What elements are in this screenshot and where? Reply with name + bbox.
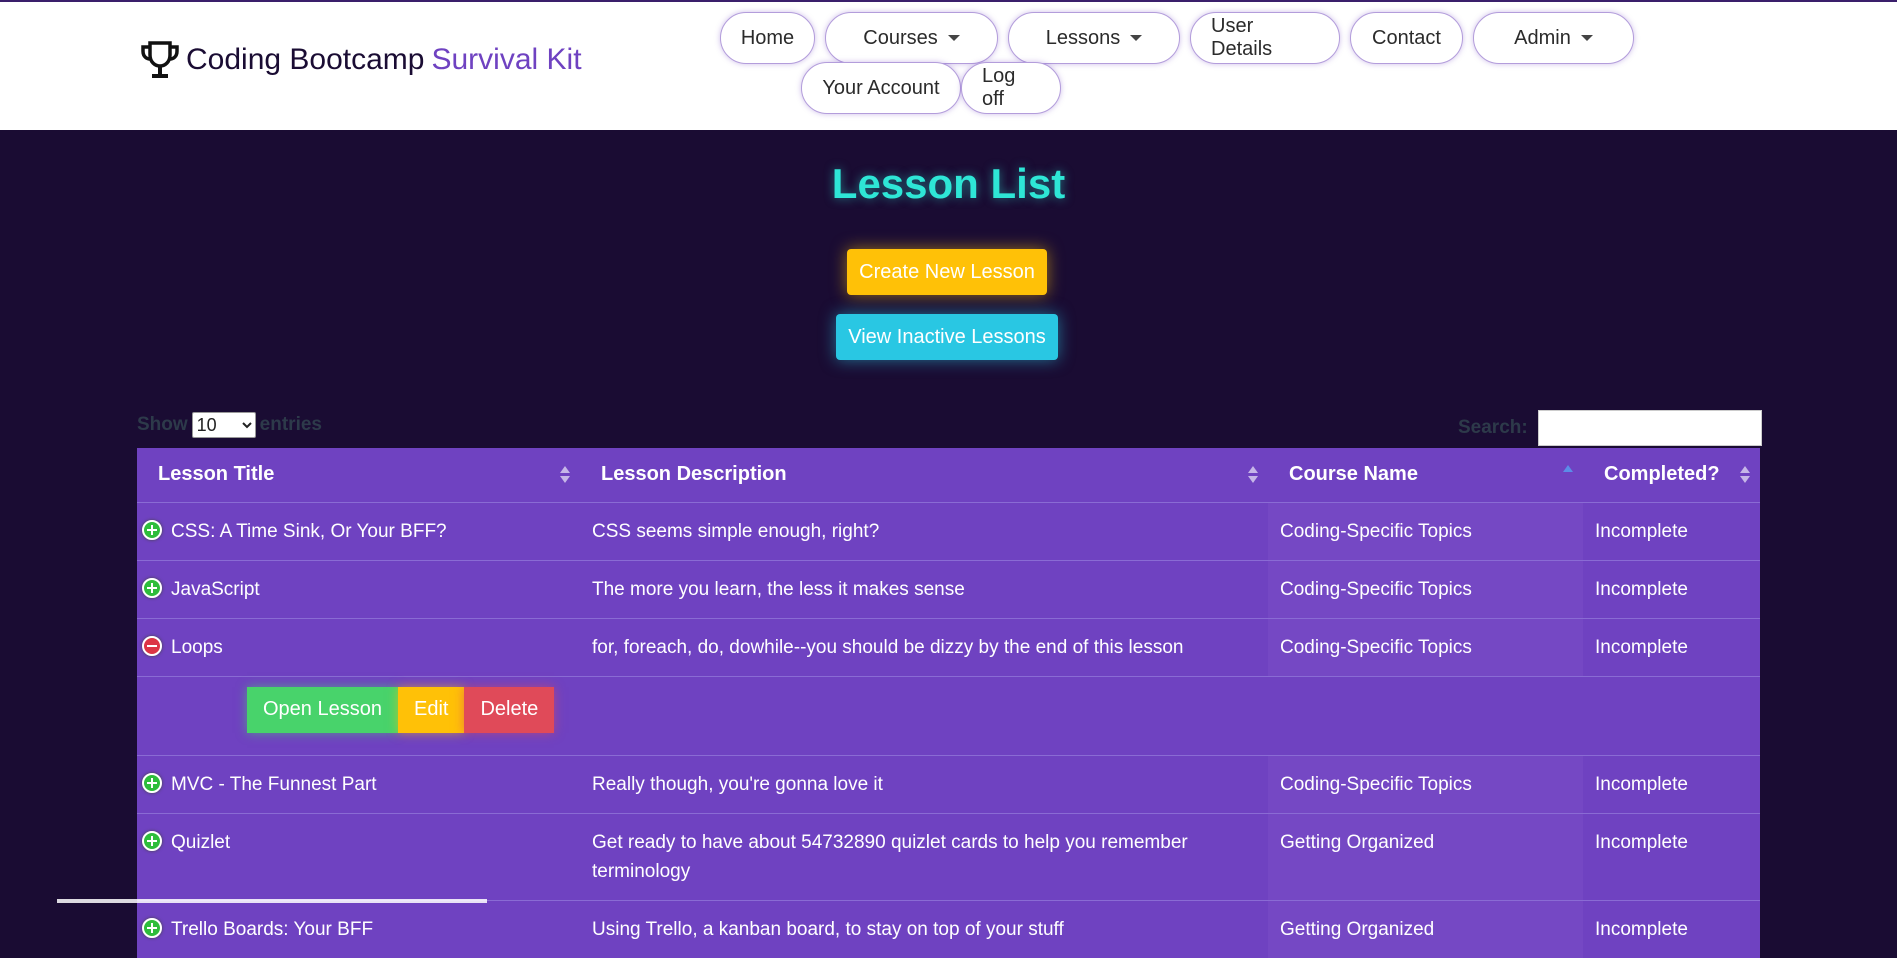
lesson-title-cell: Trello Boards: Your BFF xyxy=(137,899,580,958)
completed-cell: Incomplete xyxy=(1583,899,1760,958)
column-header-label: Course Name xyxy=(1289,463,1418,486)
lesson-description-cell: Using Trello, a kanban board, to stay on… xyxy=(580,899,1268,958)
nav-your-account-label: Your Account xyxy=(822,76,940,99)
row-detail-actions: Open Lesson Edit Delete xyxy=(137,675,1760,755)
column-header-course-name[interactable]: Course Name xyxy=(1268,448,1583,503)
expand-row-icon[interactable] xyxy=(142,772,162,793)
course-name-cell: Coding-Specific Topics xyxy=(1268,559,1583,618)
completed-cell: Incomplete xyxy=(1583,559,1760,618)
lesson-title-cell: JavaScript xyxy=(137,559,580,618)
delete-lesson-button[interactable]: Delete xyxy=(464,686,555,733)
nav-home[interactable]: Home xyxy=(720,12,815,64)
search-input[interactable] xyxy=(1537,410,1762,446)
lesson-title: Trello Boards: Your BFF xyxy=(171,918,374,940)
nav-courses-label: Courses xyxy=(863,26,938,49)
table-row: CSS: A Time Sink, Or Your BFF? CSS seems… xyxy=(137,501,1760,560)
nav-user-details-label: User Details xyxy=(1211,15,1273,60)
completed-cell: Incomplete xyxy=(1583,812,1760,900)
search-control: Search: xyxy=(1458,410,1762,446)
sort-icon xyxy=(560,465,570,485)
lesson-title: MVC - The Funnest Part xyxy=(171,773,377,795)
nav-courses-dropdown[interactable]: Courses xyxy=(825,12,998,64)
chevron-down-icon xyxy=(1580,35,1593,41)
column-header-lesson-description[interactable]: Lesson Description xyxy=(580,448,1268,503)
horizontal-scrollbar[interactable] xyxy=(57,899,487,903)
course-name-cell: Coding-Specific Topics xyxy=(1268,754,1583,813)
table-row: JavaScript The more you learn, the less … xyxy=(137,559,1760,618)
column-header-lesson-title[interactable]: Lesson Title xyxy=(137,448,580,503)
sort-ascending-icon xyxy=(1563,465,1573,485)
table-row: MVC - The Funnest Part Really though, yo… xyxy=(137,754,1760,813)
nav-your-account[interactable]: Your Account xyxy=(801,62,961,114)
lesson-title-cell: Quizlet xyxy=(137,812,580,900)
lesson-description-cell: for, foreach, do, dowhile--you should be… xyxy=(580,617,1268,676)
table-row: Quizlet Get ready to have about 54732890… xyxy=(137,812,1760,900)
lesson-title-cell: MVC - The Funnest Part xyxy=(137,754,580,813)
view-inactive-lessons-button[interactable]: View Inactive Lessons xyxy=(836,314,1058,360)
completed-cell: Incomplete xyxy=(1583,501,1760,560)
page-title: Lesson List xyxy=(831,160,1066,207)
table-row-expanded: Loops for, foreach, do, dowhile--you sho… xyxy=(137,617,1760,676)
collapse-row-icon[interactable] xyxy=(142,635,162,656)
row-actions-cell: Open Lesson Edit Delete xyxy=(137,675,1760,755)
main-nav: Home Courses Lessons User Details Contac… xyxy=(720,12,1640,114)
edit-lesson-button[interactable]: Edit xyxy=(397,686,465,733)
lesson-title-cell: Loops xyxy=(137,617,580,676)
trophy-icon xyxy=(141,41,179,78)
sort-icon xyxy=(1740,465,1750,485)
sort-icon xyxy=(1248,465,1258,485)
nav-contact-label: Contact xyxy=(1372,26,1441,49)
brand-logo[interactable]: Coding Bootcamp Survival Kit xyxy=(138,38,582,82)
column-header-label: Lesson Description xyxy=(601,463,787,486)
expand-row-icon[interactable] xyxy=(142,519,162,540)
expand-row-icon[interactable] xyxy=(142,917,162,938)
create-lesson-button[interactable]: Create New Lesson xyxy=(847,249,1047,295)
search-label: Search: xyxy=(1458,417,1528,438)
column-header-completed[interactable]: Completed? xyxy=(1583,448,1760,503)
course-name-cell: Coding-Specific Topics xyxy=(1268,617,1583,676)
lesson-title: Quizlet xyxy=(171,831,231,853)
open-lesson-button[interactable]: Open Lesson xyxy=(247,686,398,733)
lesson-title: JavaScript xyxy=(171,578,260,600)
lesson-description-cell: The more you learn, the less it makes se… xyxy=(580,559,1268,618)
page-size-select[interactable]: 10 xyxy=(191,412,256,438)
show-label: Show xyxy=(137,414,188,435)
table-header-row: Lesson Title Lesson Description Course N… xyxy=(137,448,1760,503)
expand-row-icon[interactable] xyxy=(142,577,162,598)
nav-lessons-dropdown[interactable]: Lessons xyxy=(1008,12,1180,64)
course-name-cell: Getting Organized xyxy=(1268,899,1583,958)
lesson-title-cell: CSS: A Time Sink, Or Your BFF? xyxy=(137,501,580,560)
lesson-table: Lesson Title Lesson Description Course N… xyxy=(137,448,1760,958)
chevron-down-icon xyxy=(1130,35,1143,41)
lesson-description-cell: CSS seems simple enough, right? xyxy=(580,501,1268,560)
course-name-cell: Coding-Specific Topics xyxy=(1268,501,1583,560)
nav-log-off-label: Log off xyxy=(982,65,1016,110)
nav-lessons-label: Lessons xyxy=(1045,26,1121,49)
nav-admin-dropdown[interactable]: Admin xyxy=(1473,12,1634,64)
chevron-down-icon xyxy=(947,35,960,41)
lesson-description-cell: Get ready to have about 54732890 quizlet… xyxy=(580,812,1268,900)
completed-cell: Incomplete xyxy=(1583,617,1760,676)
lesson-description-cell: Really though, you're gonna love it xyxy=(580,754,1268,813)
course-name-cell: Getting Organized xyxy=(1268,812,1583,900)
nav-user-details[interactable]: User Details xyxy=(1190,12,1340,64)
expand-row-icon[interactable] xyxy=(142,830,162,851)
completed-cell: Incomplete xyxy=(1583,754,1760,813)
nav-admin-label: Admin xyxy=(1514,26,1571,49)
page-size-control: Show 10 entries xyxy=(137,412,322,438)
brand-name: Coding Bootcamp xyxy=(186,43,425,76)
nav-log-off[interactable]: Log off xyxy=(961,62,1061,114)
table-row: Trello Boards: Your BFF Using Trello, a … xyxy=(137,899,1760,958)
brand-accent: Survival Kit xyxy=(431,43,582,76)
nav-contact[interactable]: Contact xyxy=(1350,12,1463,64)
lesson-title: Loops xyxy=(171,636,223,658)
column-header-label: Lesson Title xyxy=(158,463,275,486)
nav-home-label: Home xyxy=(740,26,795,49)
top-navbar: Coding Bootcamp Survival Kit Home Course… xyxy=(0,0,1897,130)
column-header-label: Completed? xyxy=(1604,463,1720,486)
entries-label: entries xyxy=(259,414,322,435)
lesson-title: CSS: A Time Sink, Or Your BFF? xyxy=(171,520,447,542)
